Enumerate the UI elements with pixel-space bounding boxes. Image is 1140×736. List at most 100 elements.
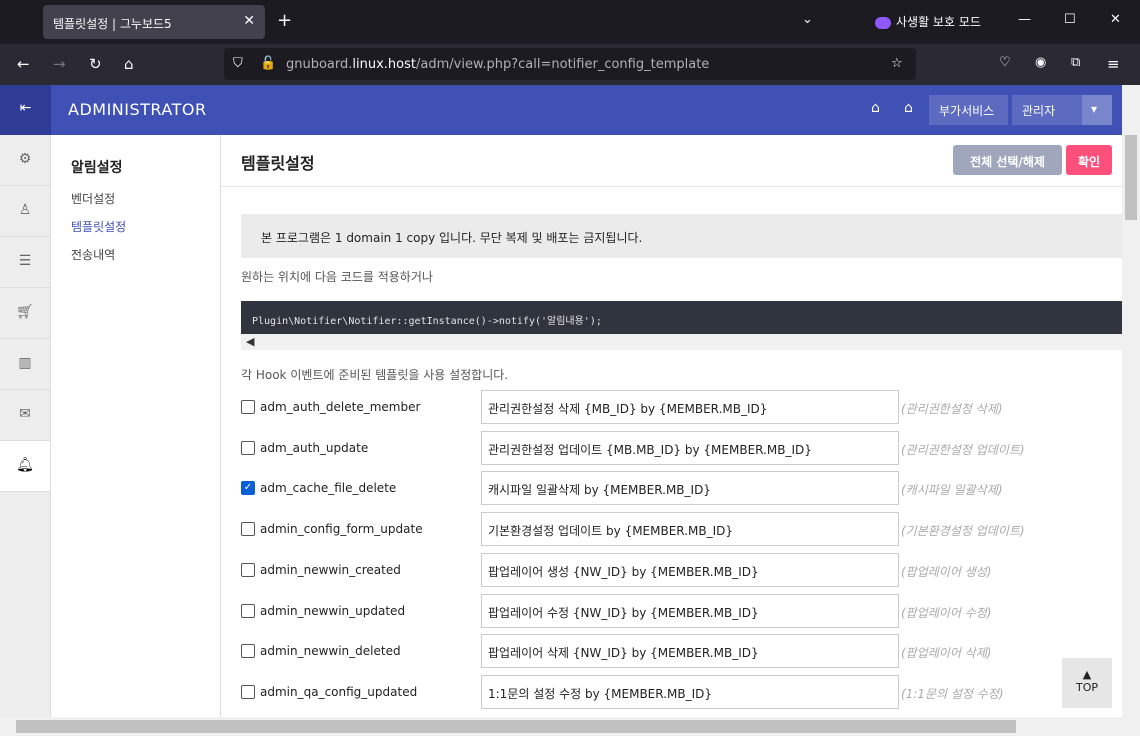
menu-icon[interactable]: ≡ bbox=[1107, 55, 1120, 73]
confirm-button[interactable]: 확인 bbox=[1066, 145, 1112, 175]
hook-checkbox[interactable]: ✓ bbox=[241, 481, 255, 496]
sidebar-toggle-icon[interactable]: ⇤ bbox=[0, 85, 51, 135]
close-tab-icon[interactable]: ✕ bbox=[243, 13, 255, 29]
mail-icon[interactable]: ✉ bbox=[0, 390, 50, 441]
template-input[interactable]: 팝업레이어 수정 {NW_ID} by {MEMBER.MB_ID} bbox=[481, 593, 899, 628]
apply-code-label: 원하는 위치에 다음 코드를 적용하거나 bbox=[241, 270, 433, 284]
template-row: admin_newwin_deleted 팝업레이어 삭제 {NW_ID} by … bbox=[241, 634, 1111, 669]
template-input[interactable]: 캐시파일 일괄삭제 by {MEMBER.MB_ID} bbox=[481, 471, 899, 506]
hook-name: adm_auth_delete_member bbox=[260, 400, 421, 414]
template-row: admin_qa_config_updated 1:1문의 설정 수정 by {M… bbox=[241, 674, 1111, 709]
divider bbox=[221, 186, 1122, 187]
forward-icon[interactable]: → bbox=[53, 55, 66, 73]
hook-checkbox[interactable] bbox=[241, 400, 255, 414]
pocket-icon[interactable]: ♡ bbox=[999, 55, 1011, 70]
addon-services-button[interactable]: 부가서비스 bbox=[929, 95, 1008, 125]
template-input[interactable]: 팝업레이어 생성 {NW_ID} by {MEMBER.MB_ID} bbox=[481, 552, 899, 587]
template-row: admin_newwin_updated 팝업레이어 수정 {NW_ID} by … bbox=[241, 593, 1111, 628]
horizontal-scroll-thumb[interactable] bbox=[16, 720, 1016, 733]
hook-checkbox[interactable] bbox=[241, 684, 255, 699]
browser-nav-bar: ← → ↻ ⌂ ⛉ 🔓 gnuboard.linux.host/adm/view… bbox=[0, 44, 1140, 85]
template-input[interactable]: 관리권한설정 업데이트 {MB.MB_ID} by {MEMBER.MB_ID} bbox=[481, 430, 899, 465]
hook-name: admin_newwin_deleted bbox=[260, 644, 401, 659]
shop-icon[interactable]: ⌂ bbox=[871, 100, 880, 116]
toggle-all-button[interactable]: 전체 선택/해제 bbox=[953, 145, 1062, 175]
hook-name: admin_config_form_update bbox=[260, 522, 423, 537]
code-snippet: Plugin\Notifier\Notifier::getInstance()-… bbox=[241, 301, 1122, 334]
home-link-icon[interactable]: ⌂ bbox=[904, 100, 913, 116]
private-mode-indicator: 사생활 보호 모드 bbox=[875, 13, 981, 30]
url-text: gnuboard.linux.host/adm/view.php?call=no… bbox=[286, 57, 710, 72]
submenu-item-history[interactable]: 전송내역 bbox=[71, 246, 115, 263]
settings-icon[interactable]: ⚙ bbox=[0, 135, 50, 186]
template-row: admin_config_form_update 기본환경설정 업데이트 by {… bbox=[241, 512, 1111, 547]
private-mask-icon bbox=[875, 16, 891, 29]
main-content: 템플릿설정 전체 선택/해제 확인 본 프로그램은 1 domain 1 cop… bbox=[221, 135, 1122, 717]
tab-list-icon[interactable]: ⌄ bbox=[802, 12, 813, 27]
template-row: admin_newwin_created 팝업레이어 생성 {NW_ID} by … bbox=[241, 552, 1111, 587]
admin-title: ADMINISTRATOR bbox=[68, 100, 207, 119]
back-icon[interactable]: ← bbox=[17, 55, 30, 73]
submenu-heading: 알림설정 bbox=[71, 160, 123, 176]
cart-icon[interactable]: 🛒︎ bbox=[0, 288, 50, 339]
code-scrollbar[interactable]: ◀ bbox=[241, 334, 1122, 350]
browser-tab[interactable]: 템플릿설정 | 그누보드5 ✕ bbox=[43, 5, 265, 39]
extensions-icon[interactable]: ⧉ bbox=[1071, 55, 1080, 70]
submenu-item-vendor[interactable]: 벤더설정 bbox=[71, 190, 115, 207]
admin-menu-button[interactable]: 관리자 bbox=[1012, 95, 1082, 125]
hook-name: admin_newwin_created bbox=[260, 562, 401, 577]
hook-name: adm_cache_file_delete bbox=[260, 481, 397, 496]
template-hint: (관리권한설정 삭제) bbox=[901, 402, 1003, 416]
hook-name: admin_newwin_updated bbox=[260, 603, 406, 618]
tab-title: 템플릿설정 | 그누보드5 bbox=[53, 17, 172, 31]
scroll-left-icon[interactable]: ◀ bbox=[246, 335, 254, 348]
close-window-icon[interactable]: ✕ bbox=[1110, 12, 1121, 27]
hook-checkbox[interactable] bbox=[241, 440, 255, 455]
hook-name: adm_auth_update bbox=[260, 440, 369, 455]
private-label: 사생활 보호 모드 bbox=[896, 15, 981, 29]
board-list-icon[interactable]: ☰ bbox=[0, 237, 50, 288]
hook-checkbox[interactable] bbox=[241, 562, 255, 577]
hook-checkbox[interactable] bbox=[241, 644, 255, 659]
lock-insecure-icon[interactable]: 🔓 bbox=[260, 56, 276, 71]
maximize-icon[interactable]: ☐ bbox=[1064, 12, 1076, 27]
stats-icon[interactable]: ▥ bbox=[0, 339, 50, 390]
notification-bell-icon[interactable]: 🔔︎ bbox=[0, 441, 50, 492]
minimize-icon[interactable]: — bbox=[1018, 12, 1031, 27]
vertical-scroll-thumb[interactable] bbox=[1125, 135, 1137, 220]
icon-sidebar: ⚙ ♙ ☰ 🛒︎ ▥ ✉ 🔔︎ bbox=[0, 135, 51, 717]
hook-checkbox[interactable] bbox=[241, 603, 255, 618]
sub-menu: 알림설정 벤더설정 템플릿설정 전송내역 bbox=[51, 135, 221, 717]
account-icon[interactable]: ◉ bbox=[1035, 55, 1046, 70]
page-title: 템플릿설정 bbox=[241, 154, 315, 173]
address-bar[interactable]: ⛉ 🔓 gnuboard.linux.host/adm/view.php?cal… bbox=[224, 48, 916, 80]
scroll-top-button[interactable]: ▲ TOP bbox=[1062, 658, 1112, 708]
hook-name: admin_qa_config_updated bbox=[260, 684, 418, 699]
license-notice: 본 프로그램은 1 domain 1 copy 입니다. 무단 복제 및 배포는… bbox=[241, 214, 1122, 258]
template-row: adm_auth_update 관리권한설정 업데이트 {MB.MB_ID} by… bbox=[241, 430, 1111, 465]
template-hint: (팝업레이어 생성) bbox=[901, 564, 992, 579]
template-input[interactable]: 1:1문의 설정 수정 by {MEMBER.MB_ID} bbox=[481, 674, 899, 709]
template-input[interactable]: 관리권한설정 삭제 {MB_ID} by {MEMBER.MB_ID} bbox=[481, 390, 899, 424]
browser-tab-bar: 템플릿설정 | 그누보드5 ✕ + ⌄ 사생활 보호 모드 — ☐ ✕ bbox=[0, 0, 1140, 44]
template-row: ✓ adm_cache_file_delete 캐시파일 일괄삭제 by {MEMB… bbox=[241, 471, 1111, 506]
member-icon[interactable]: ♙ bbox=[0, 186, 50, 237]
submenu-item-template[interactable]: 템플릿설정 bbox=[71, 218, 126, 235]
hook-description-label: 각 Hook 이벤트에 준비된 템플릿을 사용 설정합니다. bbox=[241, 368, 509, 382]
hook-checkbox[interactable] bbox=[241, 522, 255, 537]
shield-icon[interactable]: ⛉ bbox=[233, 56, 243, 71]
home-icon[interactable]: ⌂ bbox=[124, 55, 134, 73]
template-row: adm_auth_delete_member 관리권한설정 삭제 {MB_ID} … bbox=[241, 390, 1111, 424]
template-hint: (관리권한설정 업데이트) bbox=[901, 442, 1025, 457]
new-tab-icon[interactable]: + bbox=[277, 10, 292, 31]
template-hint: (기본환경설정 업데이트) bbox=[901, 524, 1025, 539]
template-hint: (팝업레이어 삭제) bbox=[901, 646, 992, 661]
admin-dropdown-icon[interactable]: ▾ bbox=[1082, 95, 1112, 125]
bookmark-star-icon[interactable]: ☆ bbox=[891, 56, 903, 71]
template-input[interactable]: 팝업레이어 삭제 {NW_ID} by {MEMBER.MB_ID} bbox=[481, 634, 899, 669]
reload-icon[interactable]: ↻ bbox=[89, 55, 102, 73]
template-hint: (팝업레이어 수정) bbox=[901, 605, 992, 620]
template-hint: (1:1문의 설정 수정) bbox=[901, 686, 1004, 701]
admin-header: ⇤ ADMINISTRATOR ⌂ ⌂ 부가서비스 관리자 ▾ bbox=[0, 85, 1122, 135]
template-input[interactable]: 기본환경설정 업데이트 by {MEMBER.MB_ID} bbox=[481, 512, 899, 547]
